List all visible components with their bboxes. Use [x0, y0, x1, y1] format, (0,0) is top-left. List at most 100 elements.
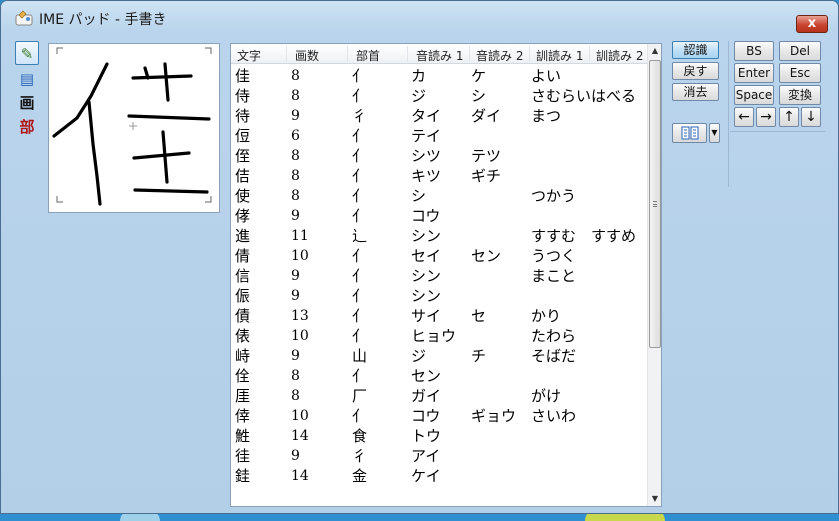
list-scrollbar[interactable]: ▲ ▼: [647, 44, 661, 506]
column-separator: [347, 46, 348, 62]
table-row[interactable]: 佳 8 亻 カ ケ よい: [231, 66, 649, 86]
close-button[interactable]: x: [796, 15, 828, 33]
cell-radical: 辶: [352, 227, 368, 245]
column-header-on-reading-1[interactable]: 音読み 1: [416, 47, 463, 64]
cell-on-reading-1: キツ: [411, 167, 442, 185]
cell-strokes: 9: [291, 288, 300, 304]
scroll-up-icon[interactable]: ▲: [649, 44, 661, 58]
cell-character: 侲: [235, 287, 251, 305]
handwriting-tool-button[interactable]: ✎: [15, 41, 39, 65]
column-header-kun-reading-2[interactable]: 訓読み 2: [596, 47, 643, 64]
cell-strokes: 14: [291, 428, 309, 444]
table-row[interactable]: 峙 9 山 ジ チ そばだ: [231, 346, 649, 366]
candidate-list[interactable]: 文字 画数 部首 音読み 1 音読み 2 訓読み 1 訓読み 2 佳 8 亻 カ ケ よい…: [230, 43, 662, 507]
cell-radical: 亻: [352, 367, 368, 385]
table-row[interactable]: 倖 10 亻 コウ ギョウ さいわ: [231, 406, 649, 426]
backspace-key[interactable]: BS: [734, 41, 774, 61]
cell-kun-reading-1: さむらい: [531, 87, 592, 105]
cell-strokes: 8: [291, 388, 300, 404]
cell-character: 侸: [235, 127, 251, 145]
cell-radical: 彳: [352, 107, 368, 125]
cell-radical: 山: [352, 347, 368, 365]
table-row[interactable]: 鮏 14 食 トウ: [231, 426, 649, 446]
table-row[interactable]: 厓 8 厂 ガイ がけ: [231, 386, 649, 406]
cell-character: 信: [235, 267, 251, 285]
scroll-down-icon[interactable]: ▼: [649, 492, 661, 506]
scroll-thumb[interactable]: [649, 60, 661, 348]
cell-character: 佺: [235, 367, 251, 385]
column-header-on-reading-2[interactable]: 音読み 2: [476, 47, 523, 64]
table-row[interactable]: 進 11 辶 シン すすむ すすめ: [231, 226, 649, 246]
clear-button[interactable]: 消去: [672, 83, 719, 101]
escape-key[interactable]: Esc: [779, 63, 821, 83]
table-row[interactable]: 侸 6 亻 テイ: [231, 126, 649, 146]
table-row[interactable]: 侄 8 亻 シツ テツ: [231, 146, 649, 166]
conversion-mode-dropdown[interactable]: ▼: [709, 123, 720, 143]
table-row[interactable]: 債 13 亻 サイ セ かり: [231, 306, 649, 326]
cell-strokes: 9: [291, 108, 300, 124]
close-icon: x: [807, 16, 817, 31]
table-row[interactable]: 銈 14 金 ケイ: [231, 466, 649, 486]
window-title: IME パッド - 手書き: [39, 12, 167, 28]
handwriting-strokes: [52, 47, 212, 206]
cell-on-reading-1: シン: [411, 287, 442, 305]
cell-character: 徍: [235, 447, 251, 465]
table-row[interactable]: 待 9 彳 タイ ダイ まつ: [231, 106, 649, 126]
left-arrow-key[interactable]: ←: [734, 107, 754, 127]
cell-character: 侄: [235, 147, 251, 165]
table-row[interactable]: 俵 10 亻 ヒョウ たわら: [231, 326, 649, 346]
cell-radical: 彳: [352, 447, 368, 465]
cell-radical: 亻: [352, 147, 368, 165]
column-header-kun-reading-1[interactable]: 訓読み 1: [536, 47, 583, 64]
cell-kun-reading-1: まつ: [531, 107, 562, 125]
cell-character: 銈: [235, 467, 251, 485]
delete-key[interactable]: Del: [779, 41, 821, 61]
convert-key[interactable]: 変換: [779, 85, 821, 105]
column-header-character[interactable]: 文字: [237, 47, 261, 64]
table-row[interactable]: 使 8 亻 シ つかう: [231, 186, 649, 206]
table-row[interactable]: 佶 8 亻 キツ ギチ: [231, 166, 649, 186]
space-key[interactable]: Space: [734, 85, 774, 105]
table-row[interactable]: 信 9 亻 シン まこと: [231, 266, 649, 286]
column-header-strokes[interactable]: 画数: [295, 47, 319, 64]
cell-character: 佶: [235, 167, 251, 185]
column-separator: [589, 46, 590, 62]
cell-on-reading-2: テツ: [471, 147, 502, 165]
column-separator: [529, 46, 530, 62]
up-arrow-key[interactable]: ↑: [779, 107, 799, 127]
cell-strokes: 14: [291, 468, 309, 484]
stroke-count-tool-button[interactable]: 画: [15, 91, 39, 115]
undo-button[interactable]: 戻す: [672, 62, 719, 80]
candidate-rows: 佳 8 亻カケよい侍 8 亻ジシさむらい はべる待 9 彳タイ ダイ まつ侸 6 亻テイ侄 8 亻シツ テツ…: [231, 66, 649, 486]
cell-on-reading-1: ヒョウ: [411, 327, 457, 345]
table-row[interactable]: 侾 9 亻 コウ: [231, 206, 649, 226]
cell-strokes: 9: [291, 348, 300, 364]
cell-character: 佳: [235, 67, 251, 85]
down-arrow-key[interactable]: ↓: [801, 107, 821, 127]
column-header-radical[interactable]: 部首: [356, 47, 380, 64]
right-arrow-key[interactable]: →: [756, 107, 776, 127]
table-row[interactable]: 倩 10 亻 セイ セン うつく: [231, 246, 649, 266]
cell-character: 倖: [235, 407, 251, 425]
cell-kun-reading-1: たわら: [531, 327, 577, 345]
cell-strokes: 10: [291, 248, 309, 264]
enter-key[interactable]: Enter: [734, 63, 774, 83]
cell-character: 侍: [235, 87, 251, 105]
character-list-tool-button[interactable]: ▤: [15, 67, 39, 91]
cell-on-reading-1: トウ: [411, 427, 442, 445]
recognize-button[interactable]: 認識: [672, 41, 719, 59]
grip-icon: [653, 201, 657, 207]
cell-on-reading-1: コウ: [411, 407, 441, 425]
table-row[interactable]: 侲 9 亻 シン: [231, 286, 649, 306]
table-row[interactable]: 徍 9 彳 アイ: [231, 446, 649, 466]
handwriting-canvas[interactable]: [48, 43, 220, 213]
cell-on-reading-2: ギョウ: [471, 407, 517, 425]
cell-kun-reading-1: かり: [531, 307, 562, 325]
cell-strokes: 9: [291, 208, 300, 224]
title-bar[interactable]: IME パッド - 手書き x: [1, 1, 838, 35]
table-row[interactable]: 佺 8 亻 セン: [231, 366, 649, 386]
cell-kun-reading-2: はべる: [591, 87, 637, 105]
radical-tool-button[interactable]: 部: [15, 115, 39, 139]
table-row[interactable]: 侍 8 亻 ジ シ さむらい はべる: [231, 86, 649, 106]
conversion-mode-button[interactable]: [672, 123, 707, 143]
